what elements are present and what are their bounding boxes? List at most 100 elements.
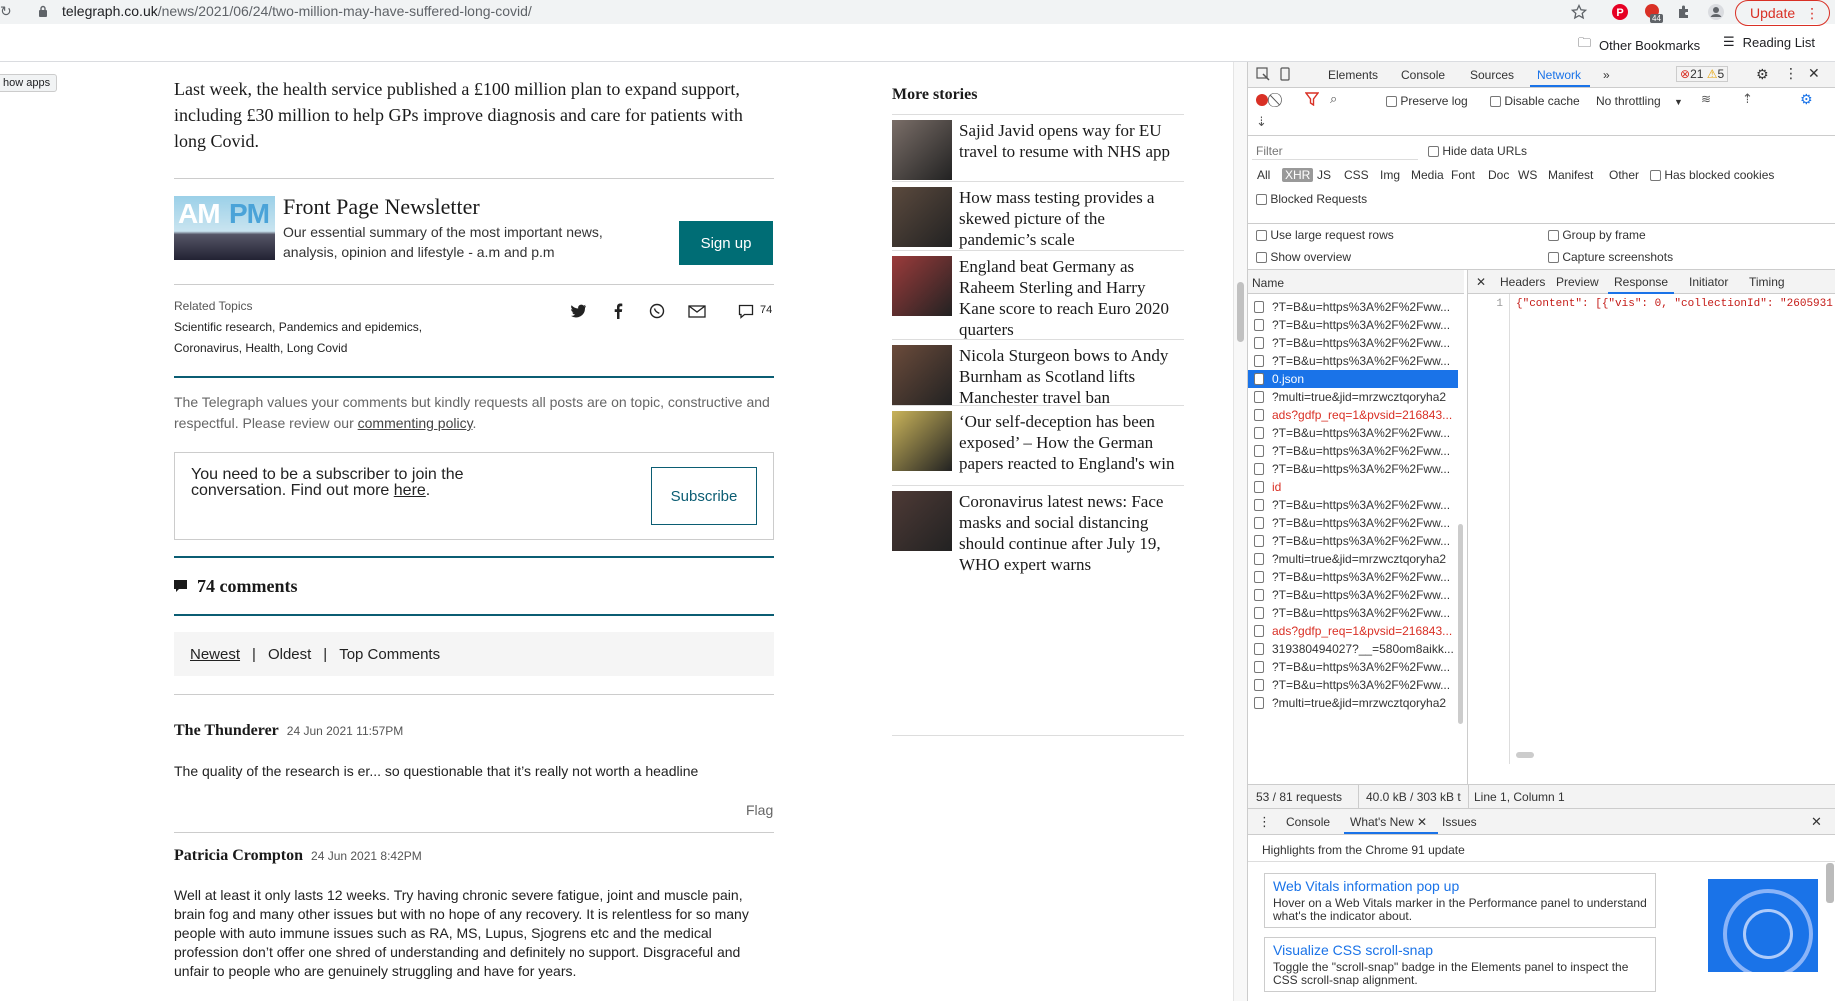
drawer-tab-issues[interactable]: Issues — [1442, 815, 1477, 829]
request-row[interactable]: ?T=B&u=https%3A%2F%2Fww... — [1248, 604, 1458, 622]
filter-type-media[interactable]: Media — [1408, 168, 1447, 182]
related-topics-list[interactable]: Scientific research, Pandemics and epide… — [174, 317, 454, 359]
lock-icon[interactable] — [38, 5, 48, 17]
scrollbar-thumb[interactable] — [1237, 282, 1244, 342]
story-title[interactable]: ‘Our self-deception has been exposed’ – … — [959, 411, 1184, 474]
close-detail-icon[interactable]: ✕ — [1476, 275, 1486, 289]
story-title[interactable]: Sajid Javid opens way for EU travel to r… — [959, 120, 1184, 162]
filter-type-js[interactable]: JS — [1314, 168, 1334, 182]
tab-sources[interactable]: Sources — [1470, 68, 1514, 82]
request-row[interactable]: ?T=B&u=https%3A%2F%2Fww... — [1248, 514, 1458, 532]
story-item[interactable]: Coronavirus latest news: Face masks and … — [892, 485, 1184, 595]
response-viewer[interactable]: 1 {"content": [{"vis": 0, "collectionId"… — [1468, 294, 1835, 764]
extensions-puzzle-icon[interactable] — [1674, 2, 1694, 22]
request-row[interactable]: ?T=B&u=https%3A%2F%2Fww... — [1248, 658, 1458, 676]
story-title[interactable]: Coronavirus latest news: Face masks and … — [959, 491, 1184, 575]
request-row[interactable]: ?T=B&u=https%3A%2F%2Fww... — [1248, 586, 1458, 604]
other-bookmarks[interactable]: 🗀 Other Bookmarks — [1578, 34, 1700, 56]
request-row[interactable]: ?T=B&u=https%3A%2F%2Fww... — [1248, 424, 1458, 442]
filter-type-img[interactable]: Img — [1377, 168, 1403, 182]
reading-list[interactable]: ☰ Reading List — [1723, 34, 1815, 50]
capture-screenshots-checkbox[interactable]: Capture screenshots — [1548, 250, 1673, 264]
update-button[interactable]: Update ⋮ — [1735, 0, 1830, 26]
horizontal-scrollbar-thumb[interactable] — [1516, 752, 1534, 758]
drawer-tab-console[interactable]: Console — [1286, 815, 1330, 829]
story-title[interactable]: Nicola Sturgeon bows to Andy Burnham as … — [959, 345, 1184, 408]
request-row[interactable]: ?multi=true&jid=mrzwcztqoryha2 — [1248, 388, 1458, 406]
inspect-element-icon[interactable] — [1256, 67, 1270, 84]
story-item[interactable]: ‘Our self-deception has been exposed’ – … — [892, 405, 1184, 485]
bookmark-star-icon[interactable] — [1569, 2, 1589, 22]
import-har-icon[interactable]: ⇡ — [1742, 91, 1753, 107]
tab-preview[interactable]: Preview — [1556, 275, 1599, 289]
reload-icon[interactable]: ↻ — [0, 3, 12, 20]
filter-input[interactable] — [1252, 142, 1418, 160]
url-text[interactable]: telegraph.co.uk/news/2021/06/24/two-mill… — [62, 3, 532, 19]
page-scrollbar[interactable] — [1233, 62, 1247, 1001]
story-item[interactable]: England beat Germany as Raheem Sterling … — [892, 250, 1184, 339]
story-item[interactable]: Nicola Sturgeon bows to Andy Burnham as … — [892, 339, 1184, 408]
filter-funnel-icon[interactable] — [1304, 92, 1320, 109]
request-row[interactable]: ?multi=true&jid=mrzwcztqoryha2 — [1248, 694, 1458, 712]
tab-timing[interactable]: Timing — [1749, 275, 1785, 289]
settings-gear-icon[interactable]: ⚙ — [1756, 66, 1769, 83]
issues-counter[interactable]: ⊗21 ⚠5 — [1676, 66, 1729, 82]
drawer-tab-whats-new[interactable]: What's New ✕ — [1350, 815, 1427, 829]
whats-new-card[interactable]: Web Vitals information pop up Hover on a… — [1264, 873, 1656, 928]
story-thumbnail[interactable] — [892, 256, 952, 316]
sort-newest[interactable]: Newest — [190, 646, 240, 663]
story-item[interactable]: How mass testing provides a skewed pictu… — [892, 181, 1184, 249]
group-by-frame-checkbox[interactable]: Group by frame — [1548, 228, 1646, 242]
show-overview-checkbox[interactable]: Show overview — [1256, 250, 1351, 264]
network-settings-icon[interactable]: ⚙ — [1800, 91, 1813, 108]
filter-type-doc[interactable]: Doc — [1485, 168, 1512, 182]
request-row[interactable]: ads?gdfp_req=1&pvsid=216843... — [1248, 406, 1458, 424]
flag-link[interactable]: Flag — [746, 802, 773, 818]
filter-type-manifest[interactable]: Manifest — [1545, 168, 1596, 182]
comment-author[interactable]: Patricia Crompton 24 Jun 2021 8:42PM — [174, 847, 422, 865]
tab-headers[interactable]: Headers — [1500, 275, 1545, 289]
facebook-icon[interactable] — [609, 302, 627, 320]
filter-type-all[interactable]: All — [1254, 168, 1273, 182]
large-rows-checkbox[interactable]: Use large request rows — [1256, 228, 1394, 242]
story-thumbnail[interactable] — [892, 411, 952, 471]
name-column-header[interactable]: Name — [1248, 270, 1464, 294]
export-har-icon[interactable]: ⇣ — [1256, 114, 1267, 130]
disable-cache-checkbox[interactable]: Disable cache — [1490, 94, 1580, 108]
find-out-more-link[interactable]: here — [394, 482, 426, 499]
record-icon[interactable] — [1256, 94, 1268, 106]
more-tabs-icon[interactable]: » — [1603, 68, 1610, 82]
extension-badge-icon[interactable]: 44 — [1642, 2, 1663, 23]
story-item[interactable]: Sajid Javid opens way for EU travel to r… — [892, 114, 1184, 180]
preserve-log-checkbox[interactable]: Preserve log — [1386, 94, 1468, 108]
request-row[interactable]: ?T=B&u=https%3A%2F%2Fww... — [1248, 676, 1458, 694]
request-row[interactable]: ?T=B&u=https%3A%2F%2Fww... — [1248, 568, 1458, 586]
search-icon[interactable]: ⌕ — [1330, 91, 1337, 107]
devtools-menu-icon[interactable]: ⋮ — [1784, 65, 1798, 82]
close-tab-icon[interactable]: ✕ — [1417, 815, 1427, 829]
whatsapp-icon[interactable] — [648, 302, 666, 320]
request-row[interactable]: ?T=B&u=https%3A%2F%2Fww... — [1248, 316, 1458, 334]
story-thumbnail[interactable] — [892, 491, 952, 551]
drawer-menu-icon[interactable]: ⋮ — [1258, 814, 1271, 830]
twitter-icon[interactable] — [570, 302, 588, 320]
request-row[interactable]: ?T=B&u=https%3A%2F%2Fww... — [1248, 442, 1458, 460]
comment-bubble-icon[interactable] — [737, 302, 755, 320]
request-row[interactable]: ?T=B&u=https%3A%2F%2Fww... — [1248, 460, 1458, 478]
request-row[interactable]: ?multi=true&jid=mrzwcztqoryha2 — [1248, 550, 1458, 568]
comment-author[interactable]: The Thunderer 24 Jun 2021 11:57PM — [174, 722, 403, 740]
story-thumbnail[interactable] — [892, 187, 952, 247]
sort-top-comments[interactable]: Top Comments — [339, 646, 440, 663]
has-blocked-cookies-checkbox[interactable]: Has blocked cookies — [1650, 168, 1774, 182]
tab-response[interactable]: Response — [1614, 275, 1668, 289]
filter-type-font[interactable]: Font — [1448, 168, 1478, 182]
blocked-requests-checkbox[interactable]: Blocked Requests — [1256, 192, 1367, 206]
whats-new-card[interactable]: Visualize CSS scroll-snap Toggle the "sc… — [1264, 937, 1656, 992]
request-row[interactable]: id — [1248, 478, 1458, 496]
filter-type-css[interactable]: CSS — [1341, 168, 1372, 182]
tab-initiator[interactable]: Initiator — [1689, 275, 1728, 289]
request-row[interactable]: ?T=B&u=https%3A%2F%2Fww... — [1248, 298, 1458, 316]
request-row[interactable]: ?T=B&u=https%3A%2F%2Fww... — [1248, 334, 1458, 352]
commenting-policy-link[interactable]: commenting policy — [358, 415, 473, 431]
request-row[interactable]: ?T=B&u=https%3A%2F%2Fww... — [1248, 496, 1458, 514]
